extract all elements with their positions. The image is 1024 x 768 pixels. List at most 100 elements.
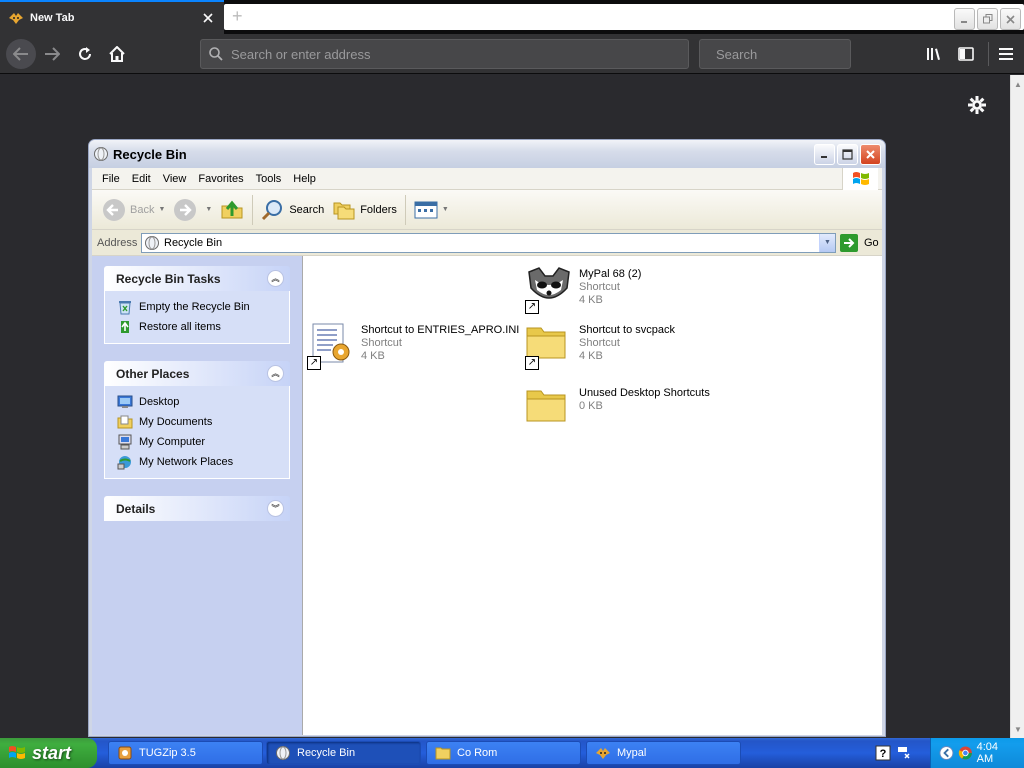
file-size: 4 KB: [361, 350, 385, 362]
menu-button[interactable]: [992, 40, 1020, 68]
collapse-chevron-icon[interactable]: ︽: [267, 270, 284, 287]
keyboard-layout-icon[interactable]: [895, 744, 913, 762]
up-folder-icon: [221, 200, 243, 218]
home-button[interactable]: [103, 40, 131, 68]
section-title: Details: [116, 501, 156, 516]
chrome-icon[interactable]: [958, 745, 973, 761]
plus-icon[interactable]: +: [232, 6, 243, 26]
url-bar[interactable]: [200, 39, 689, 69]
folder-icon: [435, 747, 451, 760]
reload-button[interactable]: [71, 40, 99, 68]
minimize-icon: [821, 155, 827, 158]
file-item-mypal[interactable]: ↗ MyPal 68 (2) Shortcut 4 KB: [525, 266, 641, 314]
start-label: start: [32, 742, 72, 763]
place-my-network-places[interactable]: My Network Places: [117, 452, 289, 472]
file-name: Shortcut to ENTRIES_APRO.INI: [361, 324, 520, 336]
taskbar: start TUGZip 3.5 Recycle Bin Co Rom Mypa…: [0, 738, 1024, 768]
menu-view[interactable]: View: [157, 171, 193, 187]
back-button[interactable]: [6, 39, 36, 69]
gear-icon[interactable]: [966, 94, 988, 116]
menu-help[interactable]: Help: [287, 171, 322, 187]
start-button[interactable]: start: [0, 738, 97, 768]
views-button[interactable]: ▼: [410, 194, 453, 226]
search-input[interactable]: [716, 46, 892, 62]
details-header[interactable]: Details ︾: [104, 496, 290, 521]
minimize-window-button[interactable]: [954, 8, 975, 30]
place-my-computer[interactable]: My Computer: [117, 432, 289, 452]
search-button[interactable]: Search: [257, 194, 328, 226]
forward-button[interactable]: ▼: [169, 194, 216, 226]
file-name: Unused Desktop Shortcuts: [579, 387, 710, 399]
taskbar-item-mypal[interactable]: Mypal: [586, 741, 741, 765]
folders-button[interactable]: Folders: [328, 194, 401, 226]
ini-file-icon: ↗: [307, 322, 355, 370]
up-folder-button[interactable]: [216, 194, 248, 226]
library-button[interactable]: [920, 40, 948, 68]
menu-tools[interactable]: Tools: [250, 171, 288, 187]
maximize-button[interactable]: [837, 143, 858, 165]
taskbar-item-tugzip[interactable]: TUGZip 3.5: [108, 741, 263, 765]
empty-recycle-bin-link[interactable]: Empty the Recycle Bin: [117, 297, 289, 317]
task-pane: Recycle Bin Tasks ︽ Empty the Recycle Bi…: [92, 256, 302, 735]
link-label: Empty the Recycle Bin: [139, 301, 250, 313]
place-desktop[interactable]: Desktop: [117, 392, 289, 412]
chevron-left-icon[interactable]: [939, 745, 954, 761]
close-window-button[interactable]: [1000, 8, 1021, 30]
address-field[interactable]: Recycle Bin ▼: [141, 232, 836, 253]
close-button[interactable]: [860, 143, 881, 165]
menu-favorites[interactable]: Favorites: [192, 171, 249, 187]
place-my-documents[interactable]: My Documents: [117, 412, 289, 432]
file-list-pane[interactable]: ↗ MyPal 68 (2) Shortcut 4 KB ↗ Shortcut …: [302, 256, 882, 735]
menu-edit[interactable]: Edit: [126, 171, 157, 187]
restore-window-button[interactable]: [977, 8, 998, 30]
dropdown-arrow-icon[interactable]: ▼: [205, 206, 212, 213]
sidebar-button[interactable]: [952, 40, 980, 68]
task-label: Recycle Bin: [297, 747, 356, 759]
explorer-title-bar[interactable]: Recycle Bin: [89, 140, 885, 168]
arrow-left-icon: [13, 47, 28, 61]
recycle-bin-tasks-header[interactable]: Recycle Bin Tasks ︽: [104, 266, 290, 291]
folder-icon: [525, 385, 573, 433]
dropdown-arrow-icon[interactable]: ▼: [442, 206, 449, 213]
views-icon: [414, 201, 438, 218]
scroll-down-arrow-icon[interactable]: ▼: [1012, 722, 1024, 736]
forward-button[interactable]: [38, 40, 66, 68]
desktop-icon: [117, 395, 133, 408]
folders-label: Folders: [360, 203, 397, 216]
link-label: Desktop: [139, 396, 180, 408]
file-name: Shortcut to svcpack: [579, 324, 675, 336]
file-item-unused-desktop-shortcuts[interactable]: Unused Desktop Shortcuts 0 KB: [525, 385, 710, 433]
minimize-button[interactable]: [814, 143, 835, 165]
page-scrollbar[interactable]: ▲ ▼: [1010, 75, 1024, 738]
collapse-chevron-icon[interactable]: ︽: [267, 365, 284, 382]
address-bar: Address Recycle Bin ▼ Go: [92, 230, 882, 256]
dropdown-arrow-icon[interactable]: ▼: [158, 206, 165, 213]
file-item-svcpack[interactable]: ↗ Shortcut to svcpack Shortcut 4 KB: [525, 322, 675, 370]
back-button[interactable]: Back ▼: [98, 194, 169, 226]
file-item-entries-apro[interactable]: ↗ Shortcut to ENTRIES_APRO.INI Shortcut …: [307, 322, 519, 370]
expand-chevron-icon[interactable]: ︾: [267, 500, 284, 517]
search-bar[interactable]: [699, 39, 892, 69]
clock: 4:04 AM: [976, 741, 999, 765]
address-dropdown-icon[interactable]: ▼: [819, 233, 835, 252]
restore-all-items-link[interactable]: Restore all items: [117, 317, 289, 337]
close-icon[interactable]: [200, 10, 216, 26]
taskbar-item-co-rom[interactable]: Co Rom: [426, 741, 581, 765]
tugzip-icon: [118, 746, 132, 760]
maximize-icon: [842, 148, 853, 160]
recycle-bin-tasks-section: Recycle Bin Tasks ︽ Empty the Recycle Bi…: [104, 266, 290, 344]
menu-file[interactable]: File: [96, 171, 126, 187]
task-label: Mypal: [617, 747, 647, 759]
folder-icon: ↗: [525, 322, 573, 370]
explorer-toolbar: Back ▼ ▼ Search Folders ▼: [92, 190, 882, 230]
scroll-up-arrow-icon[interactable]: ▲: [1012, 77, 1024, 91]
other-places-header[interactable]: Other Places ︽: [104, 361, 290, 386]
help-icon[interactable]: ?: [875, 745, 891, 761]
tab-new-tab[interactable]: New Tab: [0, 0, 224, 34]
library-icon: [927, 48, 940, 60]
go-button[interactable]: Go: [840, 233, 882, 252]
url-input[interactable]: [231, 46, 688, 62]
tray-icons-left: ?: [875, 738, 931, 768]
taskbar-item-recycle-bin[interactable]: Recycle Bin: [266, 741, 421, 765]
shortcut-arrow-icon: ↗: [307, 356, 321, 370]
